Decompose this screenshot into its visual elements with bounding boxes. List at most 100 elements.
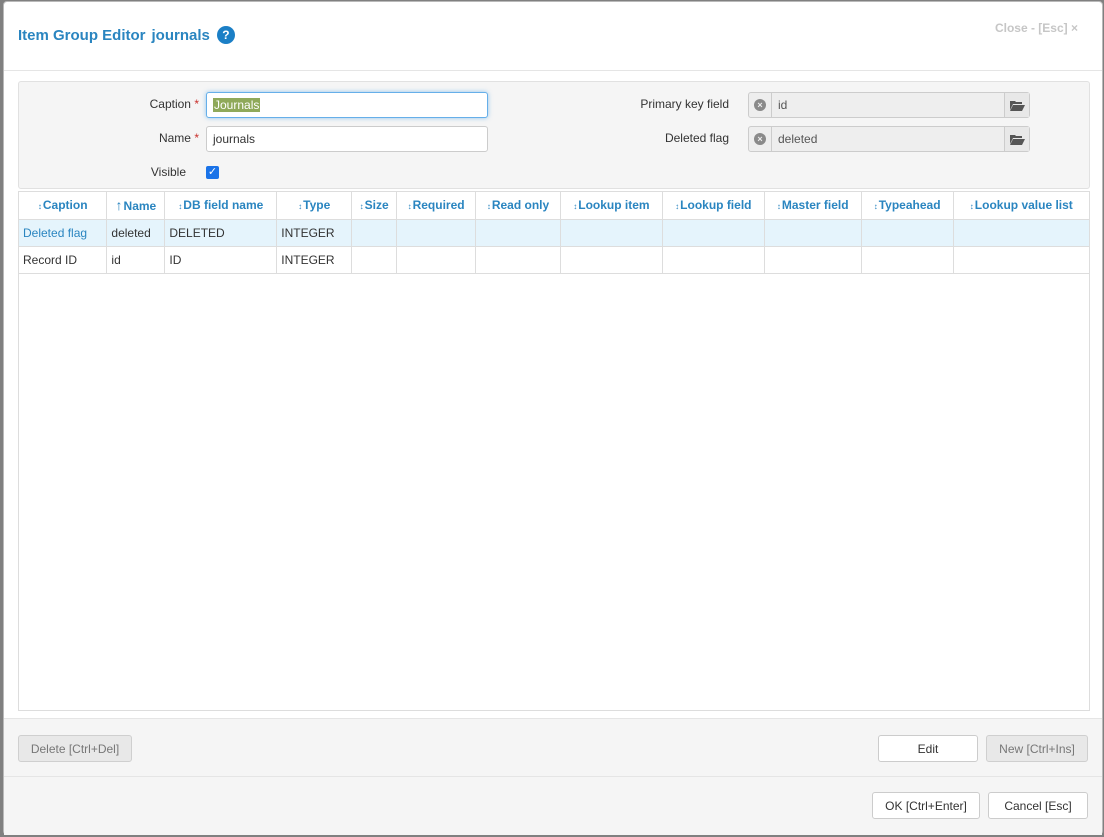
primary-key-value: id: [778, 98, 788, 112]
required-mark: *: [194, 97, 199, 111]
fields-grid: ↕Caption ↑Name ↕DB field name ↕Type ↕Siz…: [18, 191, 1090, 711]
column-header-lookup-item[interactable]: ↕Lookup item: [560, 192, 663, 220]
deleted-flag-label: Deleted flag: [664, 131, 729, 145]
sort-icon: ↕: [178, 202, 183, 212]
sort-icon: ↕: [486, 202, 491, 212]
dialog-body: Caption * Journals Name * journals Visib…: [4, 72, 1102, 716]
column-header-lookup-value-list[interactable]: ↕Lookup value list: [953, 192, 1089, 220]
column-header-type[interactable]: ↕Type: [276, 192, 353, 220]
table-cell: [475, 246, 561, 274]
table-cell: [396, 246, 477, 274]
sort-icon: ↕: [776, 202, 781, 212]
dialog-footer: OK [Ctrl+Enter] Cancel [Esc]: [4, 777, 1102, 835]
caption-input[interactable]: Journals: [206, 92, 488, 118]
clear-icon: ×: [754, 99, 766, 111]
primary-key-field[interactable]: × id: [748, 92, 1030, 118]
sort-icon: ↕: [407, 202, 412, 212]
column-header-master-field[interactable]: ↕Master field: [764, 192, 862, 220]
table-row[interactable]: Record ID id ID INTEGER: [19, 246, 1089, 274]
sort-icon: ↕: [37, 202, 42, 212]
column-header-typeahead[interactable]: ↕Typeahead: [861, 192, 954, 220]
column-header-label: Size: [364, 198, 389, 213]
checkmark-icon: ✓: [207, 166, 218, 178]
table-cell: INTEGER: [276, 219, 353, 247]
visible-label: Visible: [150, 165, 186, 179]
dialog-title-text: Item Group Editor: [18, 26, 146, 44]
table-cell: INTEGER: [276, 246, 353, 274]
table-cell: DELETED: [164, 219, 278, 247]
close-button[interactable]: Close - [Esc] ×: [995, 21, 1078, 35]
table-cell: [351, 246, 398, 274]
table-cell: [764, 219, 862, 247]
table-cell: [560, 219, 663, 247]
table-cell: [861, 246, 954, 274]
column-header-label: Lookup item: [578, 198, 650, 213]
help-icon[interactable]: ?: [216, 26, 235, 44]
column-header-label: Required: [412, 198, 465, 213]
cancel-button[interactable]: Cancel [Esc]: [988, 792, 1088, 819]
visible-checkbox[interactable]: ✓: [206, 166, 219, 179]
table-cell: [475, 219, 561, 247]
column-header-name[interactable]: ↑Name: [106, 192, 166, 220]
fields-table: ↕Caption ↑Name ↕DB field name ↕Type ↕Siz…: [19, 192, 1089, 274]
sort-ascending-icon: ↑: [115, 197, 123, 214]
folder-open-icon: [1009, 100, 1025, 111]
column-header-lookup-field[interactable]: ↕Lookup field: [662, 192, 765, 220]
deleted-flag-clear-button[interactable]: ×: [749, 127, 772, 151]
primary-key-label: Primary key field: [640, 97, 729, 111]
column-header-size[interactable]: ↕Size: [351, 192, 398, 220]
table-cell: ID: [164, 246, 278, 274]
column-header-caption[interactable]: ↕Caption: [19, 192, 108, 220]
edit-button[interactable]: Edit: [878, 735, 978, 762]
column-header-label: Typeahead: [878, 198, 941, 213]
form-panel: Caption * Journals Name * journals Visib…: [18, 81, 1090, 189]
table-cell: [560, 246, 663, 274]
column-header-label: Master field: [781, 198, 849, 213]
table-cell: [861, 219, 954, 247]
required-mark: *: [194, 131, 199, 145]
name-input[interactable]: journals: [206, 126, 488, 152]
table-cell: id: [106, 246, 166, 274]
primary-key-select-button[interactable]: [1004, 93, 1029, 117]
sort-icon: ↕: [298, 202, 303, 212]
table-row[interactable]: Deleted flag deleted DELETED INTEGER: [19, 219, 1089, 247]
column-header-db-field-name[interactable]: ↕DB field name: [164, 192, 278, 220]
folder-open-icon: [1009, 134, 1025, 145]
column-header-read-only[interactable]: ↕Read only: [475, 192, 561, 220]
table-cell: [662, 219, 765, 247]
dialog-title: Item Group Editor journals ?: [18, 26, 235, 44]
caption-label-text: Caption: [149, 97, 191, 111]
clear-icon: ×: [754, 133, 766, 145]
name-label: Name *: [99, 131, 199, 145]
column-header-label: Lookup field: [680, 198, 752, 213]
table-cell: [953, 219, 1089, 247]
column-header-label: Type: [303, 198, 331, 213]
name-label-text: Name: [158, 131, 191, 145]
dialog-item-name: journals: [151, 26, 210, 44]
column-header-label: Lookup value list: [974, 198, 1073, 213]
ok-button[interactable]: OK [Ctrl+Enter]: [872, 792, 980, 819]
table-cell: [764, 246, 862, 274]
sort-icon: ↕: [359, 202, 364, 212]
dialog-header: Item Group Editor journals ? Close - [Es…: [4, 2, 1102, 71]
table-cell: [953, 246, 1089, 274]
sort-icon: ↕: [675, 202, 680, 212]
table-cell: [396, 219, 477, 247]
sort-icon: ↕: [873, 202, 878, 212]
deleted-flag-value: deleted: [778, 132, 818, 146]
deleted-flag-select-button[interactable]: [1004, 127, 1029, 151]
delete-button[interactable]: Delete [Ctrl+Del]: [18, 735, 132, 762]
column-header-required[interactable]: ↕Required: [396, 192, 477, 220]
sort-icon: ↕: [573, 202, 578, 212]
primary-key-clear-button[interactable]: ×: [749, 93, 772, 117]
new-button[interactable]: New [Ctrl+Ins]: [986, 735, 1088, 762]
column-header-label: Read only: [491, 198, 550, 213]
caption-input-value: Journals: [213, 98, 261, 112]
table-cell: Record ID: [19, 246, 108, 274]
table-header-row: ↕Caption ↑Name ↕DB field name ↕Type ↕Siz…: [19, 192, 1089, 220]
table-cell: deleted: [106, 219, 166, 247]
table-cell: [351, 219, 398, 247]
column-header-label: DB field name: [183, 198, 264, 213]
deleted-flag-field[interactable]: × deleted: [748, 126, 1030, 152]
column-header-label: Caption: [42, 198, 88, 213]
